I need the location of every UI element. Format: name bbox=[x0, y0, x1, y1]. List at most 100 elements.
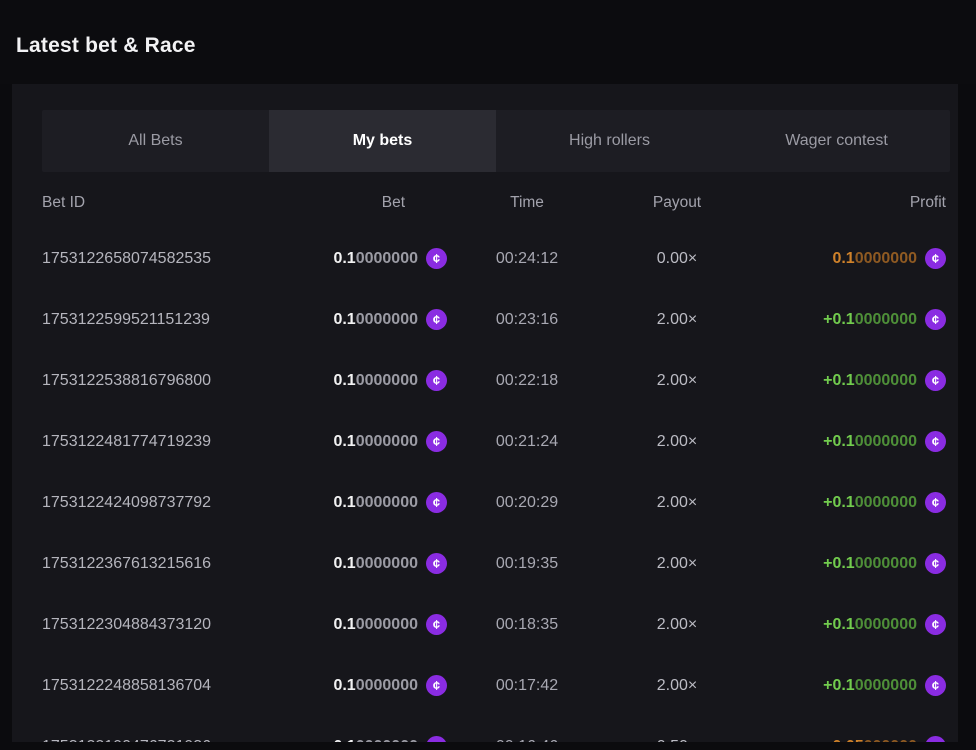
bet-time: 00:23:16 bbox=[447, 311, 607, 329]
bet-profit-main: +0.1 bbox=[823, 311, 855, 329]
bet-profit: +0.10000000 ¢ bbox=[747, 492, 950, 513]
tab-my-bets[interactable]: My bets bbox=[269, 110, 496, 172]
bet-profit: +0.10000000 ¢ bbox=[747, 553, 950, 574]
bet-payout: 0.50× bbox=[607, 738, 747, 743]
bet-amount-main: 0.1 bbox=[333, 738, 355, 743]
bet-payout: 2.00× bbox=[607, 677, 747, 695]
table-row[interactable]: 1753122424098737792 0.10000000 ¢ 00:20:2… bbox=[42, 472, 950, 533]
bet-amount-main: 0.1 bbox=[333, 372, 355, 390]
bet-amount-zeros: 0000000 bbox=[356, 616, 418, 634]
bet-id: 1753122599521151239 bbox=[42, 311, 282, 329]
table-row[interactable]: 1753122658074582535 0.10000000 ¢ 00:24:1… bbox=[42, 228, 950, 289]
bet-profit-main: +0.1 bbox=[823, 616, 855, 634]
bet-profit-zeros: 0000000 bbox=[855, 433, 917, 451]
coin-icon: ¢ bbox=[426, 675, 447, 696]
bet-time: 00:22:18 bbox=[447, 372, 607, 390]
bet-profit-zeros: 0000000 bbox=[855, 494, 917, 512]
bet-profit-zeros: 0000000 bbox=[855, 677, 917, 695]
bet-id: 1753122190476721936 bbox=[42, 738, 282, 743]
bet-id: 1753122304884373120 bbox=[42, 616, 282, 634]
bet-amount: 0.10000000 ¢ bbox=[282, 736, 447, 742]
bet-profit: +0.10000000 ¢ bbox=[747, 370, 950, 391]
bets-panel: All Bets My bets High rollers Wager cont… bbox=[12, 84, 958, 742]
bet-amount-main: 0.1 bbox=[333, 616, 355, 634]
bet-time: 00:17:42 bbox=[447, 677, 607, 695]
coin-icon: ¢ bbox=[925, 248, 946, 269]
bet-payout: 2.00× bbox=[607, 372, 747, 390]
bet-payout: 2.00× bbox=[607, 433, 747, 451]
bet-amount-zeros: 0000000 bbox=[356, 677, 418, 695]
bet-profit-main: +0.1 bbox=[823, 494, 855, 512]
coin-icon: ¢ bbox=[426, 736, 447, 742]
bet-amount: 0.10000000 ¢ bbox=[282, 370, 447, 391]
tab-label: All Bets bbox=[128, 132, 182, 150]
bet-profit-zeros: 0000000 bbox=[855, 616, 917, 634]
tab-all-bets[interactable]: All Bets bbox=[42, 110, 269, 172]
bet-time: 00:16:46 bbox=[447, 738, 607, 743]
bet-amount: 0.10000000 ¢ bbox=[282, 492, 447, 513]
col-header-profit: Profit bbox=[747, 194, 950, 212]
bet-profit: +0.10000000 ¢ bbox=[747, 614, 950, 635]
bet-profit: 0.10000000 ¢ bbox=[747, 248, 950, 269]
coin-icon: ¢ bbox=[426, 370, 447, 391]
bet-time: 00:21:24 bbox=[447, 433, 607, 451]
bet-amount-zeros: 0000000 bbox=[356, 311, 418, 329]
bet-profit-zeros: 0000000 bbox=[855, 555, 917, 573]
bet-profit: +0.10000000 ¢ bbox=[747, 431, 950, 452]
coin-icon: ¢ bbox=[925, 553, 946, 574]
bet-amount: 0.10000000 ¢ bbox=[282, 614, 447, 635]
bet-profit-main: 0.1 bbox=[832, 250, 854, 268]
table-row[interactable]: 1753122481774719239 0.1 0000000 ¢ 00:21:2… bbox=[42, 411, 950, 472]
bet-payout: 0.00× bbox=[607, 250, 747, 268]
top-bar: Latest bet & Race bbox=[0, 0, 976, 84]
tab-high-rollers[interactable]: High rollers bbox=[496, 110, 723, 172]
bet-profit-main: +0.1 bbox=[823, 372, 855, 390]
coin-icon: ¢ bbox=[426, 492, 447, 513]
coin-icon: ¢ bbox=[426, 431, 447, 452]
bet-payout: 2.00× bbox=[607, 616, 747, 634]
bet-time: 00:20:29 bbox=[447, 494, 607, 512]
table-row[interactable]: 1753122599521151239 0.10000000 ¢ 00:23:1… bbox=[42, 289, 950, 350]
bet-payout: 2.00× bbox=[607, 494, 747, 512]
bet-id: 1753122248858136704 bbox=[42, 677, 282, 695]
bet-amount-main: 0.1 bbox=[333, 433, 355, 451]
bet-amount-main: 0.1 bbox=[333, 250, 355, 268]
table-header: Bet ID Bet Time Payout Profit bbox=[42, 178, 950, 228]
bet-profit-zeros: 000000 bbox=[864, 738, 917, 743]
bet-id: 1753122658074582535 bbox=[42, 250, 282, 268]
bet-amount: 0.10000000 ¢ bbox=[282, 675, 447, 696]
coin-icon: ¢ bbox=[925, 309, 946, 330]
tab-label: High rollers bbox=[569, 132, 650, 150]
bet-profit: 0.05000000 ¢ bbox=[747, 736, 950, 742]
bet-profit-main: +0.1 bbox=[823, 555, 855, 573]
bet-time: 00:24:12 bbox=[447, 250, 607, 268]
tab-wager-contest[interactable]: Wager contest bbox=[723, 110, 950, 172]
coin-icon: ¢ bbox=[426, 553, 447, 574]
col-header-time: Time bbox=[447, 194, 607, 212]
table-row[interactable]: 1753122538816796800 0.10000000 ¢ 00:22:1… bbox=[42, 350, 950, 411]
bet-profit: +0.10000000 ¢ bbox=[747, 675, 950, 696]
bet-amount-main: 0.1 bbox=[333, 555, 355, 573]
coin-icon: ¢ bbox=[925, 614, 946, 635]
bet-amount: 0.10000000 ¢ bbox=[282, 248, 447, 269]
bet-amount: 0.10000000 ¢ bbox=[282, 309, 447, 330]
bet-profit-main: +0.1 bbox=[823, 677, 855, 695]
coin-icon: ¢ bbox=[925, 431, 946, 452]
bet-profit-main: 0.05 bbox=[832, 738, 863, 743]
table-row[interactable]: 1753122367613215616 0.10000000 ¢ 00:19:3… bbox=[42, 533, 950, 594]
page-title: Latest bet & Race bbox=[16, 34, 196, 58]
tab-label: My bets bbox=[353, 132, 413, 150]
tab-label: Wager contest bbox=[785, 132, 888, 150]
bet-id: 1753122424098737792 bbox=[42, 494, 282, 512]
bet-amount-main: 0.1 bbox=[333, 677, 355, 695]
bet-amount-main: 0.1 bbox=[333, 494, 355, 512]
bet-id: 1753122481774719239 bbox=[42, 433, 282, 451]
table-row[interactable]: 1753122248858136704 0.10000000 ¢ 00:17:4… bbox=[42, 655, 950, 716]
table-row[interactable]: 1753122190476721936 0.10000000 ¢ 00:16:4… bbox=[42, 716, 950, 742]
table-body: 1753122658074582535 0.10000000 ¢ 00:24:1… bbox=[42, 228, 950, 742]
bet-id: 1753122538816796800 bbox=[42, 372, 282, 390]
bet-amount-zeros: 0000000 bbox=[356, 738, 418, 743]
bet-time: 00:18:35 bbox=[447, 616, 607, 634]
bet-amount-main: 0.1 bbox=[333, 311, 355, 329]
table-row[interactable]: 1753122304884373120 0.10000000 ¢ 00:18:3… bbox=[42, 594, 950, 655]
